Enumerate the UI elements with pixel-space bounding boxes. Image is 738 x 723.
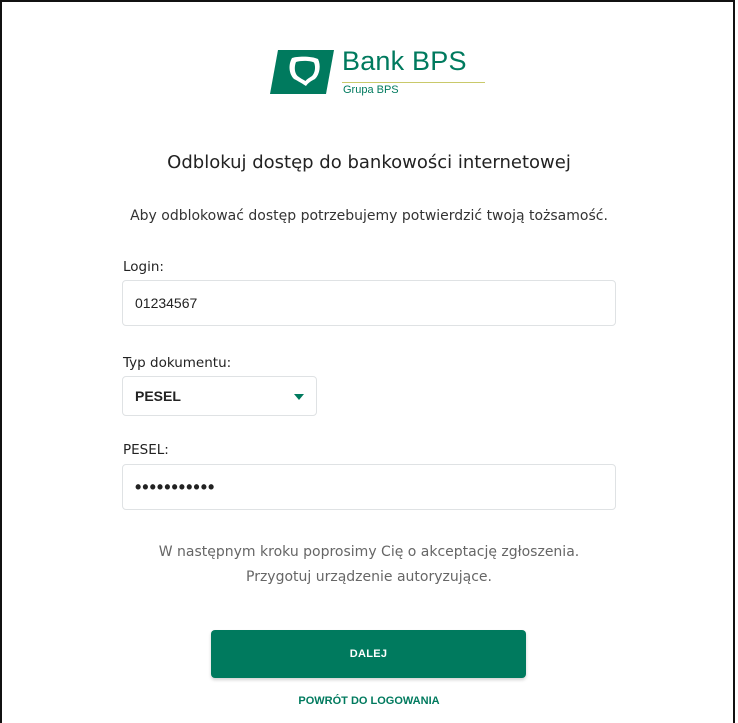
info-line-2: Przygotuj urządzenie autoryzujące.: [246, 569, 492, 585]
logo-underline: [342, 82, 485, 83]
intro-text: Aby odblokować dostęp potrzebujemy potwi…: [130, 208, 608, 224]
info-line-1: W następnym kroku poprosimy Cię o akcept…: [158, 544, 580, 560]
next-button[interactable]: DALEJ: [211, 630, 526, 678]
login-value: 01234567: [135, 295, 198, 311]
back-to-login-link[interactable]: POWRÓT DO LOGOWANIA: [0, 695, 738, 707]
pesel-masked-value: •••••••••••: [135, 476, 216, 497]
bank-name: Bank BPS: [342, 46, 467, 76]
pesel-field[interactable]: •••••••••••: [122, 464, 616, 510]
bank-logo-icon: [270, 50, 334, 94]
page-frame: [0, 0, 735, 723]
chevron-down-icon: [294, 394, 304, 400]
bank-logo: Bank BPS Grupa BPS: [268, 46, 488, 98]
bank-group-label: Grupa BPS: [343, 84, 399, 96]
document-type-select[interactable]: PESEL: [122, 376, 317, 416]
document-type-value: PESEL: [135, 388, 181, 404]
pesel-label: PESEL:: [123, 442, 169, 458]
next-step-info: W następnym kroku poprosimy Cię o akcept…: [0, 540, 738, 590]
document-type-label: Typ dokumentu:: [123, 355, 232, 371]
page-title: Odblokuj dostęp do bankowości internetow…: [167, 152, 571, 173]
login-field[interactable]: 01234567: [122, 280, 616, 326]
login-label: Login:: [123, 259, 164, 275]
